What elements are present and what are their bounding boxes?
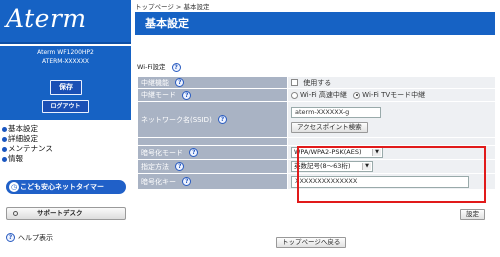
section-title-label: Wi-Fi設定 — [137, 63, 166, 71]
kids-net-timer-label: こども安心ネットタイマー — [20, 183, 104, 191]
radio-high-speed-label: Wi-Fi 高速中継 — [300, 91, 347, 99]
device-name: ATERM-XXXXXX — [42, 58, 89, 65]
bullet-icon — [2, 127, 7, 132]
relay-function-cell: 使用する — [287, 76, 496, 89]
help-icon: ? — [6, 233, 15, 242]
spacer-row — [137, 137, 496, 146]
page-title-bar: 基本設定 — [135, 12, 495, 35]
logout-button[interactable]: ログアウト — [42, 100, 89, 113]
chevron-down-icon: ▼ — [362, 163, 371, 170]
table-row: 中継機能 ? 使用する — [137, 76, 496, 89]
kids-net-timer-button[interactable]: ◷ こども安心ネットタイマー — [6, 180, 126, 194]
logo-header: Aterm — [0, 0, 131, 44]
page-title: 基本設定 — [145, 17, 189, 30]
section-title: Wi-Fi設定 ? — [137, 61, 181, 72]
help-icon[interactable]: ? — [175, 162, 185, 171]
main-content: トップページ > 基本設定 基本設定 Wi-Fi設定 ? 中継機能 ? 使用する… — [131, 0, 500, 257]
sidebar-item-advanced-settings[interactable]: 詳細設定 — [0, 134, 131, 144]
radio-tv-mode[interactable] — [353, 91, 361, 99]
encryption-key-cell: XXXXXXXXXXXXXX — [287, 173, 496, 190]
row-label: 暗号化キー ? — [137, 173, 288, 190]
table-row: 中継モード ? Wi-Fi 高速中継 Wi-Fi TVモード中継 — [137, 88, 496, 102]
sidebar-item-basic-settings[interactable]: 基本設定 — [0, 124, 131, 134]
sidebar-item-maintenance[interactable]: メンテナンス — [0, 144, 131, 154]
help-icon[interactable]: ? — [182, 90, 192, 100]
sidebar-item-info[interactable]: 情報 — [0, 154, 131, 164]
bullet-icon — [2, 137, 7, 142]
ssid-input[interactable]: aterm-XXXXXX-g — [291, 106, 381, 118]
row-label: 中継モード ? — [137, 88, 288, 102]
relay-mode-cell: Wi-Fi 高速中継 Wi-Fi TVモード中継 — [287, 88, 496, 102]
sidebar-item-label: 基本設定 — [8, 124, 38, 133]
help-display-link[interactable]: ? ヘルプ表示 — [6, 233, 53, 243]
support-desk-button[interactable]: サポートデスク — [6, 207, 126, 220]
table-row: 指定方法 ? 英数記号(8～63桁) ▼ — [137, 159, 496, 174]
aterm-logo: Aterm — [6, 4, 87, 33]
sidebar: Aterm Aterm WF1200HP2 ATERM-XXXXXX 保存 ログ… — [0, 0, 131, 257]
help-icon[interactable]: ? — [218, 115, 228, 124]
radio-tv-mode-label: Wi-Fi TVモード中継 — [362, 91, 426, 99]
spec-method-select[interactable]: 英数記号(8～63桁) ▼ — [291, 161, 373, 172]
bullet-icon — [2, 157, 7, 162]
model-name: Aterm WF1200HP2 — [37, 49, 94, 56]
encryption-mode-cell: WPA/WPA2-PSK(AES) ▼ — [287, 145, 496, 160]
save-button[interactable]: 保存 — [50, 80, 82, 95]
sidebar-item-label: メンテナンス — [8, 144, 53, 153]
table-row: 暗号化キー ? XXXXXXXXXXXXXX — [137, 173, 496, 190]
row-label: 中継機能 ? — [137, 76, 288, 89]
sidebar-item-label: 情報 — [8, 154, 23, 163]
bullet-icon — [2, 147, 7, 152]
encryption-mode-select[interactable]: WPA/WPA2-PSK(AES) ▼ — [291, 147, 383, 158]
help-icon[interactable]: ? — [182, 177, 192, 186]
row-label: 暗号化モード ? — [137, 145, 288, 160]
radio-high-speed[interactable] — [291, 91, 298, 99]
help-icon[interactable]: ? — [175, 78, 185, 87]
sidebar-item-label: 詳細設定 — [8, 134, 38, 143]
help-display-label: ヘルプ表示 — [18, 234, 53, 242]
support-desk-label: サポートデスク — [37, 209, 83, 217]
wifi-settings-table: 中継機能 ? 使用する 中継モード ? Wi-Fi 高速中継 Wi-Fi TVモ… — [137, 76, 496, 190]
relay-function-value: 使用する — [303, 78, 332, 87]
table-row: ネットワーク名(SSID) ? aterm-XXXXXX-g アクセスポイント検… — [137, 101, 496, 138]
circle-icon — [13, 211, 18, 216]
row-label: ネットワーク名(SSID) ? — [137, 101, 288, 138]
ssid-cell: aterm-XXXXXX-g アクセスポイント検索 — [287, 101, 496, 138]
encryption-key-input[interactable]: XXXXXXXXXXXXXX — [291, 175, 469, 188]
apply-button[interactable]: 設定 — [460, 209, 485, 220]
access-point-search-button[interactable]: アクセスポイント検索 — [291, 121, 368, 133]
back-to-top-button[interactable]: トップページへ戻る — [276, 237, 347, 248]
side-button-panel: 保存 ログアウト — [0, 68, 131, 120]
help-icon[interactable]: ? — [171, 62, 181, 72]
spec-method-cell: 英数記号(8～63桁) ▼ — [287, 159, 496, 174]
relay-function-checkbox[interactable] — [291, 79, 298, 86]
chevron-down-icon: ▼ — [372, 149, 381, 156]
sidebar-nav: 基本設定 詳細設定 メンテナンス 情報 — [0, 124, 131, 164]
breadcrumb: トップページ > 基本設定 — [135, 3, 210, 11]
help-icon[interactable]: ? — [189, 148, 199, 157]
model-info: Aterm WF1200HP2 ATERM-XXXXXX — [0, 46, 131, 68]
row-label: 指定方法 ? — [137, 159, 288, 174]
table-row: 暗号化モード ? WPA/WPA2-PSK(AES) ▼ — [137, 145, 496, 160]
clock-icon: ◷ — [9, 182, 19, 192]
